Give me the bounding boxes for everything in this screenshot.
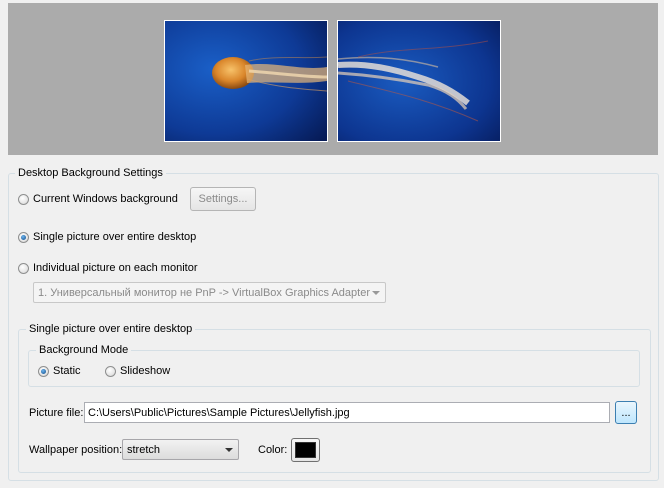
- radio-static[interactable]: Static: [38, 365, 81, 377]
- radio-static-label: Static: [53, 365, 81, 377]
- jellyfish-image-left: [165, 21, 327, 141]
- radio-current-label: Current Windows background: [33, 193, 178, 205]
- radio-checked-icon: [38, 365, 49, 377]
- radio-icon: [18, 193, 29, 205]
- monitor-preview-area: [8, 3, 658, 155]
- settings-button[interactable]: Settings...: [190, 187, 256, 211]
- color-swatch: [295, 442, 316, 458]
- chevron-down-icon: [372, 290, 380, 295]
- picture-file-input[interactable]: C:\Users\Public\Pictures\Sample Pictures…: [84, 402, 610, 423]
- jellyfish-image-right: [338, 21, 500, 141]
- radio-current-windows-background[interactable]: Current Windows background: [18, 193, 178, 205]
- radio-slideshow-label: Slideshow: [120, 365, 171, 377]
- wallpaper-position-label: Wallpaper position:: [29, 444, 123, 456]
- monitor-select[interactable]: 1. Универсальный монитор не PnP -> Virtu…: [33, 282, 386, 303]
- monitor-2-preview[interactable]: [337, 20, 501, 142]
- radio-checked-icon: [18, 231, 29, 243]
- radio-single-label: Single picture over entire desktop: [33, 231, 197, 243]
- picture-file-label: Picture file:: [29, 407, 84, 419]
- picture-file-value: C:\Users\Public\Pictures\Sample Pictures…: [88, 406, 350, 419]
- radio-slideshow[interactable]: Slideshow: [105, 365, 170, 377]
- radio-icon: [18, 262, 29, 274]
- radio-individual-picture[interactable]: Individual picture on each monitor: [18, 262, 197, 274]
- chevron-down-icon: [225, 447, 233, 452]
- wallpaper-position-value: stretch: [127, 443, 161, 456]
- color-label: Color:: [258, 444, 288, 456]
- wallpaper-position-select[interactable]: stretch: [122, 439, 239, 460]
- browse-button[interactable]: ...: [615, 401, 637, 424]
- radio-single-picture[interactable]: Single picture over entire desktop: [18, 231, 196, 243]
- radio-individual-label: Individual picture on each monitor: [33, 262, 198, 274]
- radio-icon: [105, 365, 116, 377]
- single-picture-group-title: Single picture over entire desktop: [26, 323, 196, 335]
- color-button[interactable]: [291, 438, 320, 462]
- monitor-select-value: 1. Универсальный монитор не PnP -> Virtu…: [38, 286, 370, 299]
- desktop-background-settings-title: Desktop Background Settings: [15, 167, 166, 179]
- background-mode-title: Background Mode: [36, 344, 132, 356]
- monitor-1-preview[interactable]: [164, 20, 328, 142]
